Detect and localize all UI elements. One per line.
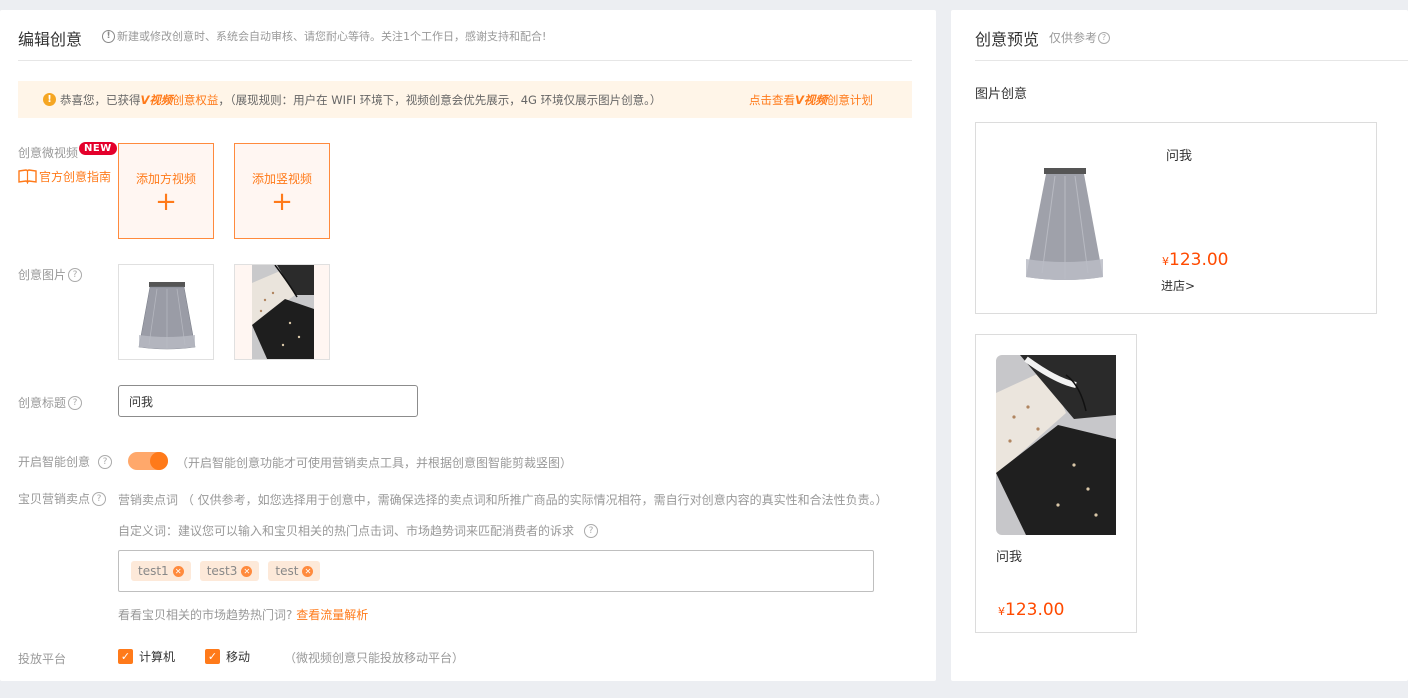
creative-image-skirt[interactable] xyxy=(118,264,214,360)
smart-note: （开启智能创意功能才可使用营销卖点工具，并根据创意图智能剪裁竖图） xyxy=(176,456,573,470)
remove-tag-icon[interactable]: ✕ xyxy=(241,565,253,577)
skirt-preview-image xyxy=(1026,168,1103,280)
help-icon[interactable]: ? xyxy=(98,454,113,469)
preview-price: ¥123.00 xyxy=(998,600,1064,620)
custom-words-hint: 自定义词：建议您可以输入和宝贝相关的热门点击词、市场趋势词来匹配消费者的诉求 ? xyxy=(118,522,599,539)
tag-item: test3 ✕ xyxy=(199,561,260,581)
toggle-knob xyxy=(150,452,168,470)
vvideo-logo: V视频 xyxy=(140,92,173,107)
creative-image-clothes[interactable] xyxy=(234,264,330,360)
tag-item: test1 ✕ xyxy=(131,561,191,581)
remove-tag-icon[interactable]: ✕ xyxy=(172,565,184,577)
link-prefix: 点击查看 xyxy=(749,93,795,107)
preview-header: 创意预览 仅供参考 ? xyxy=(975,23,1408,61)
clothes-preview-image xyxy=(996,355,1116,535)
price-value: 123.00 xyxy=(1169,250,1229,270)
selling-label-text: 宝贝营销卖点 xyxy=(18,492,91,506)
price-value: 123.00 xyxy=(1005,600,1065,620)
custom-words-text: 自定义词：建议您可以输入和宝贝相关的热门点击词、市场趋势词来匹配消费者的诉求 xyxy=(118,524,575,538)
platform-computer-checkbox[interactable]: ✓ 计算机 xyxy=(118,648,175,665)
plus-icon: + xyxy=(271,186,293,217)
tag-label: test xyxy=(275,564,299,578)
notice-rights: 创意权益 xyxy=(172,92,219,107)
review-note-text: 新建或修改创意时、系统会自动审核、请您耐心等待。关注1个工作日，感谢支持和配合! xyxy=(117,30,547,43)
book-icon xyxy=(18,169,37,184)
tag-label: test1 xyxy=(138,564,169,578)
page-title: 编辑创意 xyxy=(18,30,83,49)
plus-icon: + xyxy=(155,186,177,217)
platform-option-label: 移动 xyxy=(226,650,251,664)
selling-label: 宝贝营销卖点 ? xyxy=(18,490,107,507)
platform-note: （微视频创意只能投放移动平台） xyxy=(284,651,465,665)
currency-symbol: ¥ xyxy=(998,605,1005,618)
add-square-video-button[interactable]: 添加方视频 + xyxy=(118,143,214,239)
clothes-image xyxy=(235,265,329,359)
guide-text: 官方创意指南 xyxy=(39,170,112,184)
link-vvideo-logo: V视频 xyxy=(795,93,827,107)
preview-product-name: 问我 xyxy=(996,550,1023,565)
platform-mobile-checkbox[interactable]: ✓ 移动 xyxy=(205,648,250,665)
review-note: ! 新建或修改创意时、系统会自动审核、请您耐心等待。关注1个工作日，感谢支持和配… xyxy=(102,28,546,44)
add-vertical-video-label: 添加竖视频 xyxy=(251,171,312,186)
title-label-text: 创意标题 xyxy=(18,396,67,410)
smart-label-text: 开启智能创意 xyxy=(18,455,91,469)
platform-option-label: 计算机 xyxy=(139,650,176,664)
preview-product-name: 问我 xyxy=(1166,149,1193,164)
currency-symbol: ¥ xyxy=(1162,255,1169,268)
images-label-text: 创意图片 xyxy=(18,268,67,282)
tag-label: test3 xyxy=(206,564,238,578)
creative-title-input[interactable] xyxy=(118,385,418,417)
trend-hint: 看看宝贝相关的市场趋势热门词? 查看流量解析 xyxy=(118,606,368,623)
enter-store-link[interactable]: 进店> xyxy=(1161,277,1195,294)
selling-tags-input[interactable]: test1 ✕ test3 ✕ test ✕ xyxy=(118,550,874,592)
notice-rule: ，（展现规则：用户在 WIFI 环境下，视频创意会优先展示，4G 环境仅展示图片… xyxy=(218,92,662,107)
help-icon[interactable]: ? xyxy=(68,267,83,282)
skirt-image xyxy=(138,282,196,350)
new-badge: NEW xyxy=(79,142,117,155)
preview-price: ¥123.00 xyxy=(1162,250,1228,270)
preview-title: 创意预览 xyxy=(975,30,1040,49)
title-label: 创意标题 ? xyxy=(18,394,83,411)
help-icon[interactable]: ? xyxy=(92,491,107,506)
platform-label: 投放平台 xyxy=(18,652,67,666)
guide-link[interactable]: 官方创意指南 xyxy=(18,168,111,185)
warning-icon: ! xyxy=(43,93,56,106)
checkmark-icon: ✓ xyxy=(205,649,220,664)
preview-card-wide: 问我 ¥123.00 进店> xyxy=(975,122,1377,314)
notice-prefix: 恭喜您，已获得 xyxy=(60,92,141,107)
link-suffix: 创意计划 xyxy=(826,93,873,107)
editor-header: 编辑创意 ! 新建或修改创意时、系统会自动审核、请您耐心等待。关注1个工作日，感… xyxy=(18,23,912,61)
remove-tag-icon[interactable]: ✕ xyxy=(302,565,314,577)
smart-creative-toggle[interactable] xyxy=(128,452,168,470)
add-square-video-label: 添加方视频 xyxy=(135,171,196,186)
preview-sub-text: 仅供参考 xyxy=(1049,31,1098,45)
add-vertical-video-button[interactable]: 添加竖视频 + xyxy=(234,143,330,239)
video-label: 创意微视频 xyxy=(18,146,79,160)
smart-label: 开启智能创意 ? xyxy=(18,453,113,470)
help-icon[interactable]: ? xyxy=(68,395,83,410)
checkmark-icon: ✓ xyxy=(118,649,133,664)
images-label: 创意图片 ? xyxy=(18,266,83,283)
help-icon[interactable]: ? xyxy=(1098,31,1111,44)
image-creative-heading: 图片创意 xyxy=(975,87,1028,102)
preview-sub: 仅供参考 ? xyxy=(1049,29,1111,46)
preview-panel: 创意预览 仅供参考 ? 图片创意 问我 ¥123.00 进店> 问我 ¥123.… xyxy=(951,10,1408,681)
trend-hint-text: 看看宝贝相关的市场趋势热门词? xyxy=(118,608,293,622)
traffic-analysis-link[interactable]: 查看流量解析 xyxy=(296,608,368,622)
view-plan-link[interactable]: 点击查看V视频创意计划 xyxy=(749,92,873,108)
tag-item: test ✕ xyxy=(268,561,321,581)
preview-card-tall: 问我 ¥123.00 xyxy=(975,334,1137,633)
rights-notice: ! 恭喜您，已获得 V视频 创意权益 ，（展现规则：用户在 WIFI 环境下，视… xyxy=(18,81,912,118)
editor-panel: 编辑创意 ! 新建或修改创意时、系统会自动审核、请您耐心等待。关注1个工作日，感… xyxy=(0,10,936,681)
info-icon: ! xyxy=(102,29,115,43)
selling-line1: 营销卖点词 （ 仅供参考，如您选择用于创意中，需确保选择的卖点词和所推广商品的实… xyxy=(118,493,888,507)
help-icon[interactable]: ? xyxy=(584,523,599,538)
